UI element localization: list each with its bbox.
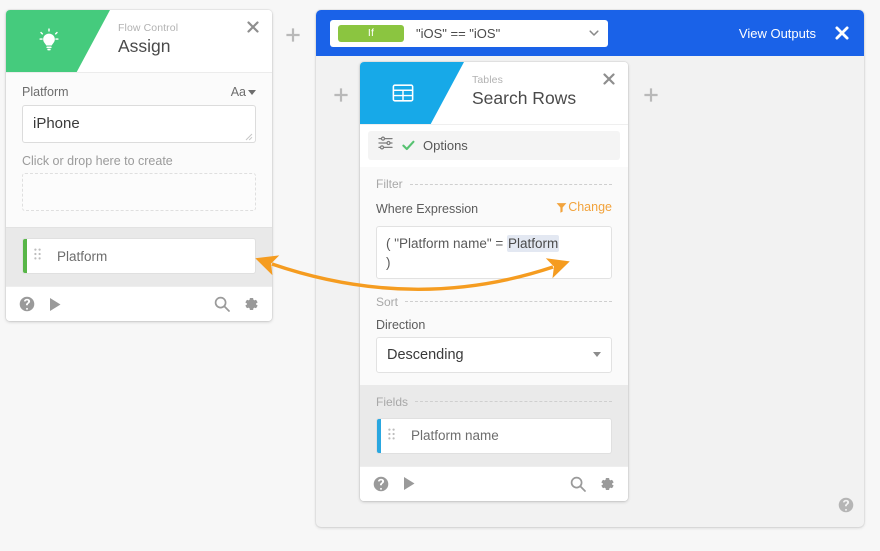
sliders-icon <box>378 136 394 155</box>
assign-title: Assign <box>118 35 178 57</box>
sort-section: Sort Direction Descending <box>360 291 628 385</box>
sort-section-title: Sort <box>376 295 398 309</box>
section-divider <box>415 401 612 402</box>
format-button-label: Aa <box>231 85 246 99</box>
help-icon[interactable] <box>19 296 35 312</box>
section-divider <box>405 301 612 302</box>
search-kicker: Tables <box>472 74 576 86</box>
chip-accent <box>23 239 27 273</box>
search-footer-left <box>373 476 416 492</box>
filter-section-title: Filter <box>376 177 403 191</box>
help-icon[interactable] <box>373 476 389 492</box>
search-close-icon[interactable] <box>601 71 617 87</box>
gear-icon[interactable] <box>599 476 615 492</box>
where-expression-line-2: ) <box>386 253 602 272</box>
gear-icon[interactable] <box>243 296 259 312</box>
assign-kicker: Flow Control <box>118 22 178 34</box>
where-expression-row: Where Expression Change <box>376 200 612 221</box>
drag-grip-icon[interactable] <box>388 427 395 445</box>
drag-grip-icon[interactable] <box>34 247 41 265</box>
assign-footer-right <box>214 296 259 312</box>
search-footer-right <box>570 476 615 492</box>
assign-header-text: Flow Control Assign <box>118 22 178 57</box>
filter-section-header: Filter <box>376 177 612 191</box>
options-label: Options <box>423 138 468 153</box>
view-outputs-button[interactable]: View Outputs <box>739 26 816 41</box>
assign-node-card[interactable]: Flow Control Assign Platform Aa iPhone <box>6 10 272 321</box>
caret-down-icon <box>248 90 256 95</box>
add-node-icon-inner-left[interactable] <box>332 86 350 104</box>
play-icon[interactable] <box>48 297 62 312</box>
fields-section-header: Fields <box>376 395 612 409</box>
chip-accent <box>377 419 381 453</box>
funnel-icon <box>556 202 567 213</box>
help-circle-icon[interactable] <box>838 497 854 518</box>
filter-section: Filter Where Expression Change ( "Platfo… <box>360 167 628 291</box>
direction-label: Direction <box>376 318 612 332</box>
section-divider <box>410 184 612 185</box>
direction-value: Descending <box>387 347 464 363</box>
if-block-container: If "iOS" == "iOS" View Outputs <box>316 10 864 527</box>
assign-field-header: Platform Aa <box>22 85 256 99</box>
fields-section-title: Fields <box>376 395 408 409</box>
assign-card-header: Flow Control Assign <box>6 10 272 72</box>
assign-value-text: iPhone <box>33 113 245 135</box>
assign-output-chip[interactable]: Platform <box>22 238 256 274</box>
search-card-header: Tables Search Rows <box>360 62 628 124</box>
search-icon[interactable] <box>214 296 230 312</box>
resize-handle-icon[interactable] <box>243 131 253 141</box>
editor-canvas: Flow Control Assign Platform Aa iPhone <box>0 0 880 551</box>
fields-section: Fields Platform name <box>360 385 628 466</box>
search-title: Search Rows <box>472 87 576 109</box>
change-filter-button[interactable]: Change <box>556 200 612 214</box>
assign-card-footer <box>6 286 272 321</box>
check-icon <box>402 140 415 151</box>
chevron-down-icon <box>588 27 600 39</box>
sort-section-header: Sort <box>376 295 612 309</box>
assign-dropzone[interactable] <box>22 173 256 211</box>
assign-output-chip-label: Platform <box>57 249 107 264</box>
fields-chip[interactable]: Platform name <box>376 418 612 454</box>
if-pill-badge: If <box>338 25 404 42</box>
expr-binding-token[interactable]: Platform <box>507 235 559 252</box>
fields-chip-label: Platform name <box>411 428 499 443</box>
change-filter-label: Change <box>568 200 612 214</box>
add-node-icon-inner-right[interactable] <box>642 86 660 104</box>
direction-select[interactable]: Descending <box>376 337 612 373</box>
caret-down-icon <box>593 352 601 357</box>
where-expression-label: Where Expression <box>376 202 478 216</box>
assign-field-label: Platform <box>22 85 69 99</box>
if-block-header: If "iOS" == "iOS" View Outputs <box>316 10 864 56</box>
if-condition-select[interactable]: If "iOS" == "iOS" <box>330 20 608 47</box>
assign-footer-left <box>19 296 62 312</box>
assign-value-input[interactable]: iPhone <box>22 105 256 143</box>
lightbulb-icon <box>34 26 64 56</box>
assign-output-section: Platform <box>6 227 272 286</box>
play-icon[interactable] <box>402 476 416 491</box>
assign-drop-hint: Click or drop here to create <box>22 154 256 168</box>
expr-prefix: ( "Platform name" = <box>386 236 507 251</box>
if-close-icon[interactable] <box>834 25 850 41</box>
assign-card-body: Platform Aa iPhone Click or drop here to… <box>6 72 272 227</box>
search-options-wrap: Options <box>360 124 628 167</box>
if-condition-expression: "iOS" == "iOS" <box>416 26 588 41</box>
search-header-text: Tables Search Rows <box>472 74 576 109</box>
search-icon[interactable] <box>570 476 586 492</box>
where-expression-input[interactable]: ( "Platform name" = Platform ) <box>376 226 612 279</box>
table-icon <box>388 78 418 108</box>
search-card-footer <box>360 466 628 501</box>
search-rows-node-card[interactable]: Tables Search Rows <box>360 62 628 501</box>
add-node-icon-left[interactable] <box>284 26 302 44</box>
options-row[interactable]: Options <box>368 131 620 160</box>
assign-close-icon[interactable] <box>245 19 261 35</box>
text-format-button[interactable]: Aa <box>231 85 256 99</box>
where-expression-line-1: ( "Platform name" = Platform <box>386 234 602 253</box>
